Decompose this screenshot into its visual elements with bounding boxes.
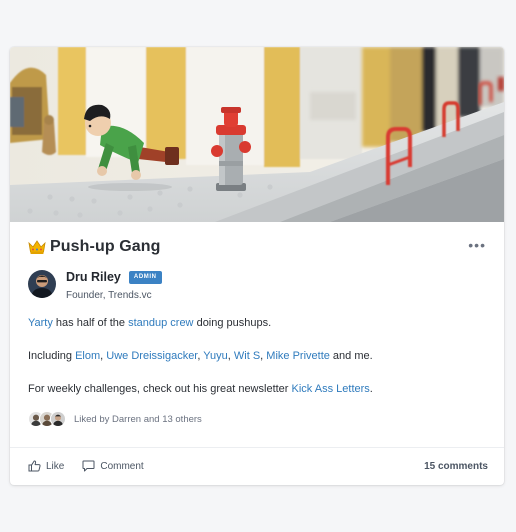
mention-link[interactable]: Yuyu: [203, 350, 227, 362]
body-text: Including: [28, 350, 76, 362]
body-text: For weekly challenges, check out his gre…: [28, 383, 292, 395]
admin-badge: ADMIN: [128, 270, 162, 284]
mention-link[interactable]: Yarty: [28, 317, 53, 329]
post-author: Dru Riley ADMIN Founder, Trends.vc: [28, 270, 162, 301]
liker-avatar: [50, 411, 66, 427]
divider: [10, 447, 504, 448]
crown-icon: [28, 240, 46, 254]
mention-link[interactable]: standup crew: [128, 317, 193, 329]
post-paragraph-2: Including Elom, Uwe Dreissigacker, Yuyu,…: [28, 349, 486, 363]
author-name[interactable]: Dru Riley: [66, 270, 121, 284]
more-dots-icon[interactable]: •••: [468, 237, 486, 253]
mention-link[interactable]: Mike Privette: [266, 350, 330, 362]
comments-count[interactable]: 15 comments: [424, 461, 488, 472]
body-text: .: [369, 383, 373, 395]
mention-link[interactable]: Uwe Dreissigacker: [106, 350, 197, 362]
comment-button[interactable]: Comment: [82, 460, 144, 472]
body-text: doing pushups.: [193, 317, 272, 329]
like-button[interactable]: Like: [28, 460, 64, 472]
body-text: and me.: [329, 350, 373, 362]
mention-link[interactable]: Elom: [75, 350, 100, 362]
post-title-row: Push-up Gang •••: [28, 237, 486, 257]
post-card: Push-up Gang ••• Dru Riley ADMIN Founder…: [10, 47, 504, 485]
avatar[interactable]: [28, 270, 56, 298]
newsletter-link[interactable]: Kick Ass Letters: [292, 383, 370, 395]
mention-link[interactable]: Wit S: [234, 350, 260, 362]
post-paragraph-3: For weekly challenges, check out his gre…: [28, 382, 486, 396]
like-label: Like: [46, 460, 65, 472]
post-paragraph-1: Yarty has half of the standup crew doing…: [28, 316, 486, 330]
likes-summary: Liked by Darren and 13 others: [74, 413, 202, 425]
author-subtitle: Founder, Trends.vc: [66, 290, 152, 301]
post-actions: Like Comment: [28, 460, 162, 472]
body-text: has half of the: [52, 317, 129, 329]
post-cover-image: [10, 47, 504, 222]
post-title: Push-up Gang: [50, 238, 161, 255]
comment-bubble-icon: [82, 460, 95, 472]
likes-row[interactable]: Liked by Darren and 13 others: [28, 411, 202, 427]
comment-label: Comment: [100, 460, 144, 472]
thumbs-up-icon: [28, 460, 41, 472]
